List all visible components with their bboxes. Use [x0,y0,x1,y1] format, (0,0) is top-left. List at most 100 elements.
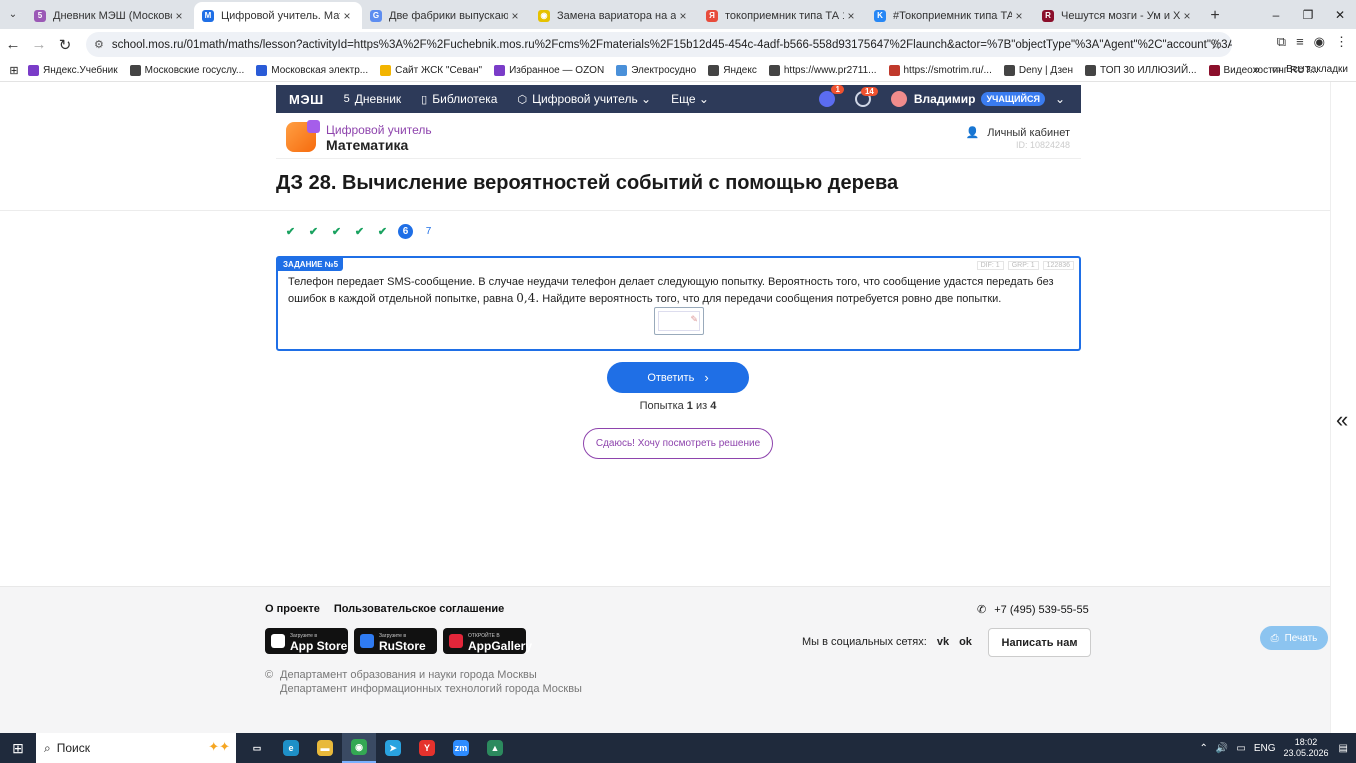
close-tab-icon[interactable]: × [844,9,858,23]
taskbar-chrome[interactable]: ◉ [342,733,376,763]
explorer-icon: ▬ [317,740,333,756]
tray-chevron-icon[interactable]: ⌃ [1200,743,1208,754]
tab-search-menu-icon[interactable]: ⌄ [0,0,26,29]
close-tab-icon[interactable]: × [1180,9,1194,23]
volume-icon[interactable]: 🔊 [1216,743,1228,754]
profile-icon[interactable]: ◉ [1314,34,1325,50]
write-us-button[interactable]: Написать нам [988,628,1091,657]
vk-icon[interactable]: vk [937,636,949,648]
user-agreement-link[interactable]: Пользовательское соглашение [334,603,504,615]
all-bookmarks-button[interactable]: ▭ Все закладки [1272,64,1348,75]
store-name: RuStore [379,639,426,653]
step-3[interactable]: ✔ [325,225,348,239]
bookmark-item[interactable]: Московская электр... [256,65,368,76]
bookmark-star-icon[interactable]: ☆ [1209,36,1222,53]
browser-tab-3[interactable]: ◉ Замена вариатора на автомат× [530,2,698,29]
taskbar-yandex[interactable]: Y [410,733,444,763]
step-4[interactable]: ✔ [348,225,371,239]
bookmark-item[interactable]: https://smotrim.ru/... [888,65,992,76]
network-icon[interactable]: ▭ [1236,743,1245,754]
footer: О проекте Пользовательское соглашение ✆ … [0,586,1330,733]
give-up-button[interactable]: Сдаюсь! Хочу посмотреть решение [583,428,773,459]
browser-tab-5[interactable]: K #Токоприемник типа ТА-160-× [866,2,1034,29]
step-6-current[interactable]: 6 [398,224,413,239]
step-7[interactable]: 7 [417,225,440,239]
answer-input[interactable]: ✎ [654,307,704,335]
bookmarks-overflow-icon[interactable]: » [1254,64,1260,76]
close-tab-icon[interactable]: × [340,9,354,23]
avatar[interactable] [890,91,907,107]
browser-tab-2[interactable]: G Две фабрики выпускают оди× [362,2,530,29]
ok-icon[interactable]: ok [959,636,972,648]
nav-item-0[interactable]: 5 Дневник [344,92,402,106]
address-bar[interactable]: ⚙ school.mos.ru/01math/maths/lesson?acti… [86,32,1232,57]
taskbar-task-view[interactable]: ▭ [240,733,274,763]
taskbar-app[interactable]: ▲ [478,733,512,763]
forward-icon[interactable]: → [26,36,52,53]
taskbar-search[interactable]: ⌕ Поиск ✦✦ [36,733,236,763]
mesh-logo[interactable]: МЭШ [289,92,324,107]
close-tab-icon[interactable]: × [508,9,522,23]
user-name[interactable]: Владимир [914,92,976,106]
bookmark-label: Московская электр... [271,65,369,76]
apps-grid-icon[interactable]: ⊞ [0,64,28,77]
attempt-counter: Попытка 1 из 4 [0,400,1330,412]
browser-tab-4[interactable]: Ятокоприемник типа ТА 160 32× [698,2,866,29]
notifications-icon[interactable]: 1 [818,85,844,107]
taskbar-explorer[interactable]: ▬ [308,733,342,763]
bookmark-item[interactable]: Яндекс.Учебник [28,65,118,76]
back-icon[interactable]: ← [0,36,26,53]
bookmark-item[interactable]: https://www.pr2711... [768,65,877,76]
maximize-button[interactable]: ❐ [1292,0,1324,29]
bookmark-item[interactable]: Сайт ЖСК "Севан" [380,65,482,76]
site-settings-icon[interactable]: ⚙ [94,38,104,51]
store-badge-2[interactable]: ОТКРОЙТЕ В AppGallery [443,628,532,654]
task-grp: GRP: 1 [1007,261,1039,270]
bookmark-favicon-icon [1085,65,1097,76]
clock[interactable]: 18:02 23.05.2026 [1284,737,1329,759]
step-5[interactable]: ✔ [371,225,394,239]
submit-answer-button[interactable]: Ответить › [607,362,749,393]
nav-item-3[interactable]: Еще ⌄ [671,92,709,106]
double-chevron-left-icon[interactable]: « [1336,407,1348,433]
bell-icon[interactable]: 14 [854,87,878,107]
taskbar-zoom[interactable]: zm [444,733,478,763]
close-tab-icon[interactable]: × [172,9,186,23]
taskbar-telegram[interactable]: ➤ [376,733,410,763]
new-tab-button[interactable]: + [1202,2,1228,29]
personal-cabinet-link[interactable]: 👤 Личный кабинет [966,126,1070,140]
bookmark-item[interactable]: Яндекс [708,65,757,76]
taskbar-edge[interactable]: e [274,733,308,763]
language-indicator[interactable]: ENG [1254,743,1276,754]
notification-center-icon[interactable]: ▤ [1339,743,1348,754]
print-button[interactable]: ⎙ Печать [1260,626,1328,650]
store-badge-1[interactable]: Загрузите в RuStore [354,628,437,654]
step-2[interactable]: ✔ [302,225,325,239]
app-header: Цифровой учитель Математика 👤 Личный каб… [276,113,1081,159]
media-icon[interactable]: ≡ [1296,34,1304,50]
browser-tab-0[interactable]: 5 Дневник МЭШ (Московская э× [26,2,194,29]
browser-tab-6[interactable]: R Чешутся мозги - Ум и Хрум - × [1034,2,1202,29]
close-window-button[interactable]: ✕ [1324,0,1356,29]
bookmark-item[interactable]: Московские госуслу... [129,65,244,76]
reload-icon[interactable]: ↻ [52,36,78,54]
nav-item-2[interactable]: ⬡ Цифровой учитель ⌄ [517,92,651,106]
minimize-button[interactable]: – [1260,0,1292,29]
close-tab-icon[interactable]: × [676,9,690,23]
step-1[interactable]: ✔ [279,225,302,239]
url-text: school.mos.ru/01math/maths/lesson?activi… [111,38,1232,51]
bookmark-item[interactable]: Deny | Дзен [1003,65,1073,76]
bookmark-item[interactable]: Электросудно [616,65,696,76]
phone-contact[interactable]: ✆ +7 (495) 539-55-55 [977,603,1089,617]
nav-item-1[interactable]: ▯ Библиотека [421,92,497,106]
bookmark-item[interactable]: ТОП 30 ИЛЛЮЗИЙ... [1085,65,1197,76]
bookmark-item[interactable]: Избранное — OZON [494,65,604,76]
user-menu-chevron-icon[interactable]: ⌄ [1055,92,1065,106]
store-badge-0[interactable]: Загрузите в App Store [265,628,348,654]
browser-tab-1[interactable]: M Цифровой учитель. Математи× [194,2,362,29]
browser-menu-icon[interactable]: ⋮ [1335,34,1348,50]
about-link[interactable]: О проекте [265,603,320,615]
close-tab-icon[interactable]: × [1012,9,1026,23]
extensions-icon[interactable]: ⧉ [1277,34,1286,50]
windows-start-icon[interactable]: ⊞ [0,740,36,757]
